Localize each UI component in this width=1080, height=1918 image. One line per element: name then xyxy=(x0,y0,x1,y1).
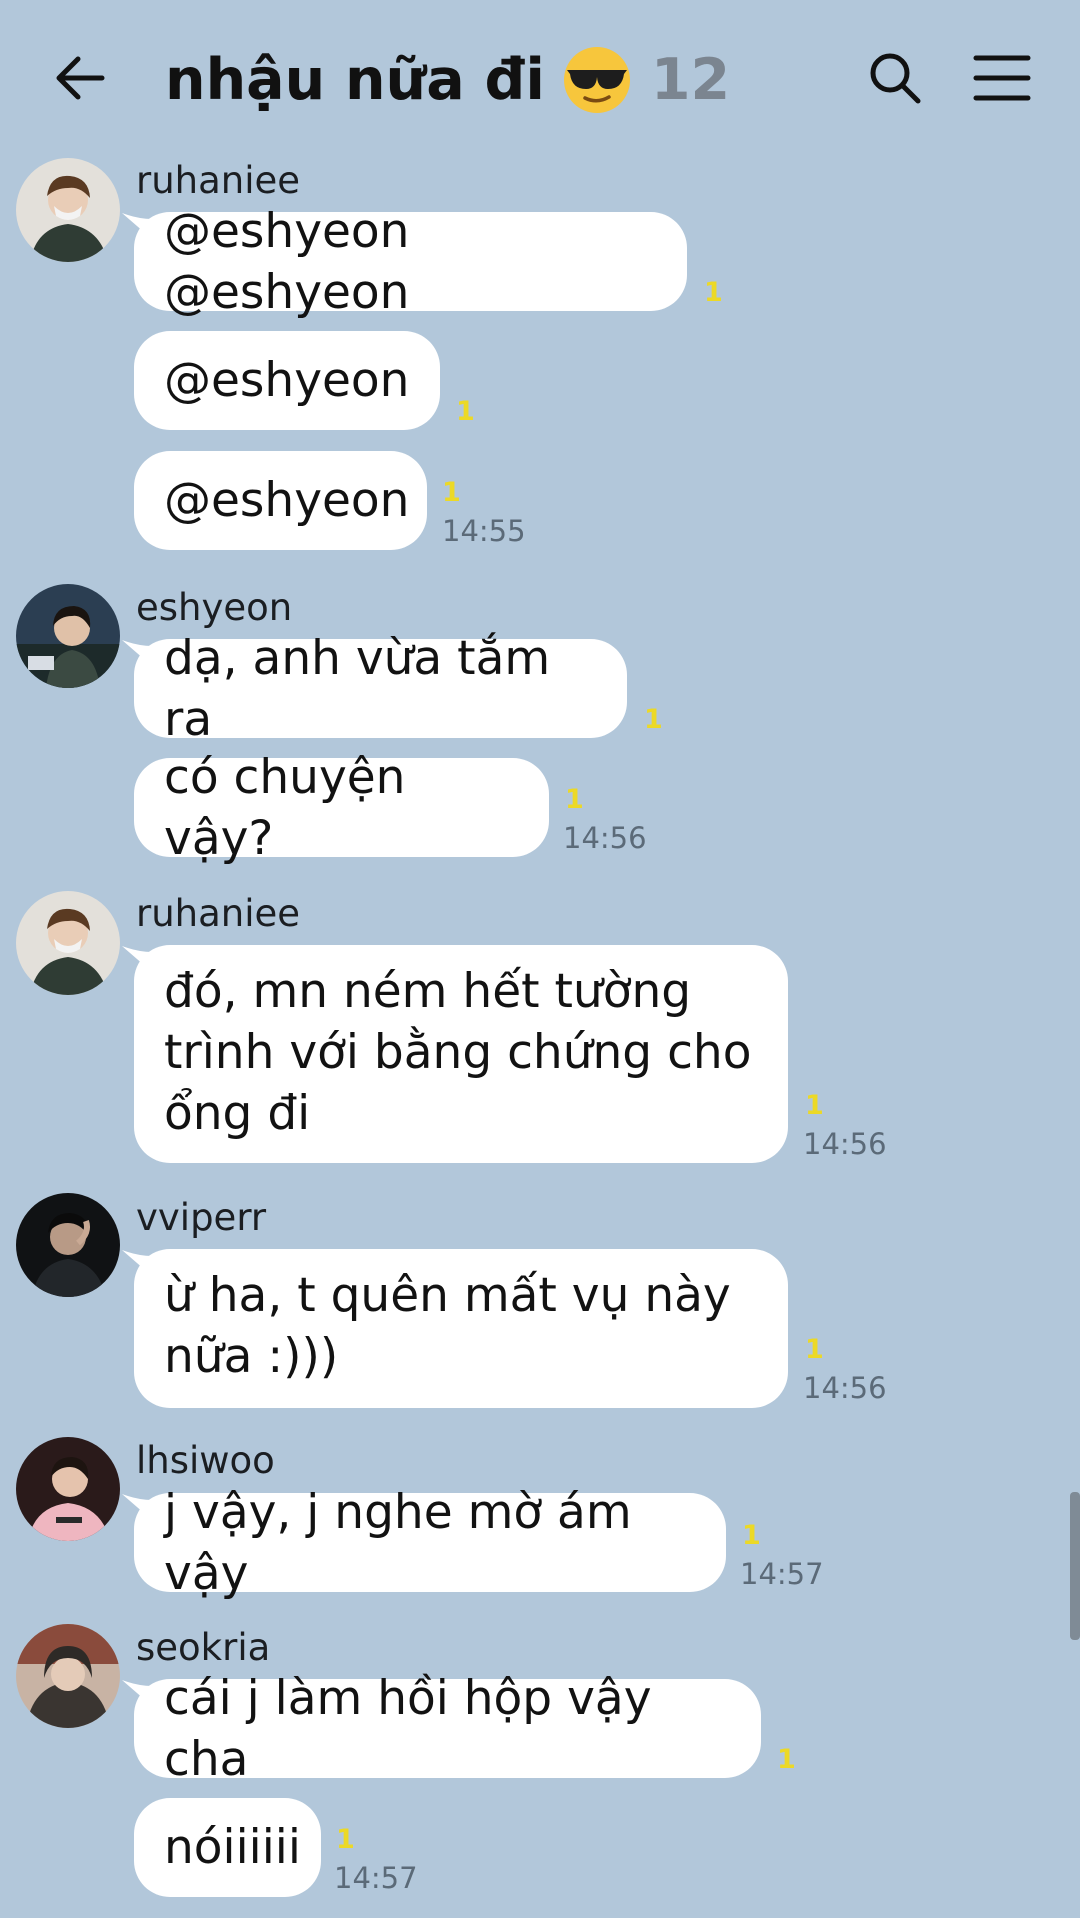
sender-name: lhsiwoo xyxy=(136,1439,275,1482)
message-bubble[interactable]: đó, mn ném hết tường trình với bằng chứn… xyxy=(134,945,788,1163)
message-text: @eshyeon xyxy=(164,473,410,528)
message-time: 14:56 xyxy=(803,1127,887,1161)
message-bubble[interactable]: @eshyeon xyxy=(134,451,427,550)
avatar[interactable] xyxy=(16,158,120,262)
message-text-line: nữa :))) xyxy=(164,1329,339,1384)
message-text: có chuyện vậy? xyxy=(164,749,406,866)
message-text-line: ừ ha, t quên mất vụ này xyxy=(164,1268,731,1323)
sender-name: ruhaniee xyxy=(136,892,301,935)
unread-count: 1 xyxy=(777,1744,796,1775)
message-text-line: ổng đi xyxy=(164,1086,311,1141)
message-bubble[interactable]: nóiiiiii xyxy=(134,1798,321,1897)
avatar[interactable] xyxy=(16,1624,120,1728)
unread-count: 1 xyxy=(805,1334,824,1365)
message-text: nóiiiiii xyxy=(164,1820,301,1875)
message-text: j vậy, j nghe mờ ám vậy xyxy=(164,1484,632,1601)
avatar[interactable] xyxy=(16,1437,120,1541)
message-bubble[interactable]: có chuyện vậy? xyxy=(134,750,549,866)
message-bubble[interactable]: @eshyeon xyxy=(134,331,440,430)
chat-title: nhậu nữa đi 12 xyxy=(165,40,730,120)
menu-button[interactable] xyxy=(972,50,1032,106)
sender-name: ruhaniee xyxy=(136,159,301,202)
message-time: 14:56 xyxy=(803,1371,887,1405)
message-text-line: đó, mn ném hết tường xyxy=(164,964,692,1019)
unread-count: 1 xyxy=(456,396,475,427)
message-bubble[interactable]: @eshyeon @eshyeon xyxy=(134,204,687,320)
message-time: 14:57 xyxy=(334,1861,418,1895)
member-count: 12 xyxy=(650,47,731,113)
chat-header: nhậu nữa đi 12 xyxy=(0,0,1080,150)
avatar[interactable] xyxy=(16,584,120,688)
message-bubble[interactable]: ừ ha, t quên mất vụ này nữa :))) xyxy=(134,1249,788,1408)
message-time: 14:56 xyxy=(563,821,647,855)
unread-count: 1 xyxy=(805,1090,824,1121)
back-arrow-icon xyxy=(56,56,105,100)
unread-count: 1 xyxy=(565,784,584,815)
unread-count: 1 xyxy=(336,1824,355,1855)
message-time: 14:57 xyxy=(740,1557,824,1591)
avatar[interactable] xyxy=(16,1193,120,1297)
scrollbar-thumb[interactable] xyxy=(1070,1492,1080,1640)
message-text: dạ, anh vừa tắm ra xyxy=(164,630,551,747)
back-button[interactable] xyxy=(50,48,110,108)
avatar[interactable] xyxy=(16,891,120,995)
search-icon xyxy=(870,53,921,104)
message-text: @eshyeon xyxy=(164,353,410,408)
unread-count: 1 xyxy=(644,704,663,735)
message-bubble[interactable]: dạ, anh vừa tắm ra xyxy=(134,631,627,747)
unread-count: 1 xyxy=(704,277,723,308)
unread-count: 1 xyxy=(442,477,461,508)
sender-name: vviperr xyxy=(136,1196,267,1239)
chat-title-text: nhậu nữa đi xyxy=(165,47,545,113)
sender-name: eshyeon xyxy=(136,586,293,629)
unread-count: 1 xyxy=(742,1520,761,1551)
message-text: cái j làm hồi hộp vậy cha xyxy=(164,1670,652,1787)
message-time: 14:55 xyxy=(442,514,526,548)
sender-name: seokria xyxy=(136,1626,271,1669)
menu-icon xyxy=(973,55,1031,101)
sunglasses-emoji-icon xyxy=(563,47,630,113)
message-text: @eshyeon @eshyeon xyxy=(164,203,410,320)
message-text-line: trình với bằng chứng cho xyxy=(164,1025,752,1080)
message-bubble[interactable]: j vậy, j nghe mờ ám vậy xyxy=(134,1485,726,1601)
message-bubble[interactable]: cái j làm hồi hộp vậy cha xyxy=(134,1671,761,1787)
search-button[interactable] xyxy=(865,48,925,108)
